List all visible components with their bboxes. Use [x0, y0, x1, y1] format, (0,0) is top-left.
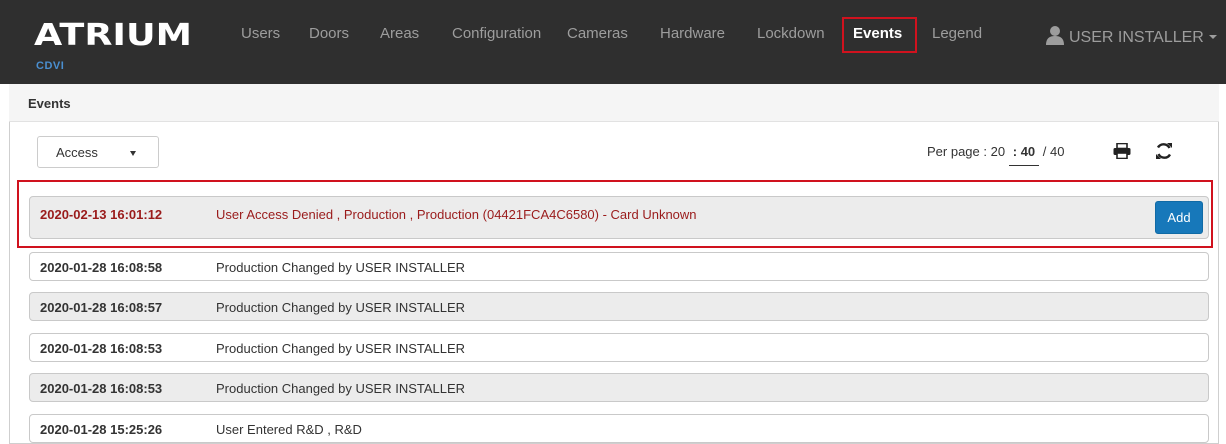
event-description: Production Changed by USER INSTALLER [216, 381, 466, 396]
nav-lockdown[interactable]: Lockdown [757, 25, 825, 42]
event-date: 2020-01-28 16:08:57 [40, 300, 163, 315]
event-description: User Access Denied , Production , Produc… [216, 207, 697, 222]
per-page-sep: : [983, 144, 988, 159]
nav-configuration[interactable]: Configuration [452, 25, 541, 42]
event-description: User Entered R&D , R&D [216, 422, 362, 437]
per-page-option-40[interactable]: : 40 [1008, 144, 1040, 166]
event-description: Production Changed by USER INSTALLER [216, 341, 466, 356]
total-count: 40 [1050, 144, 1065, 159]
nav-areas[interactable]: Areas [380, 25, 419, 42]
chevron-down-icon [130, 151, 136, 156]
panel-heading [9, 84, 1219, 122]
event-date: 2020-01-28 16:08:53 [40, 341, 163, 356]
nav-users[interactable]: Users [241, 25, 280, 42]
event-date: 2020-01-28 16:08:58 [40, 260, 163, 275]
event-date: 2020-01-28 16:08:53 [40, 381, 163, 396]
event-date: 2020-02-13 16:01:12 [40, 207, 163, 222]
event-description: Production Changed by USER INSTALLER [216, 300, 466, 315]
refresh-icon[interactable] [1155, 142, 1173, 160]
print-icon[interactable] [1113, 143, 1131, 159]
event-type-value: Access [56, 145, 98, 160]
event-type-select[interactable]: Access [37, 136, 159, 168]
per-page-control: Per page : 20 : 40 / 40 [927, 144, 1065, 166]
panel-title: Events [28, 96, 71, 111]
chevron-down-icon [1208, 35, 1217, 39]
per-page-option-20[interactable]: 20 [991, 144, 1005, 159]
nav-events-highlight [842, 17, 917, 53]
nav-doors[interactable]: Doors [309, 25, 349, 42]
event-row[interactable]: 2020-02-13 16:01:12 User Access Denied ,… [29, 196, 1209, 239]
atrium-logo[interactable]: ATRIUM [34, 16, 194, 50]
per-page-label: Per page [927, 144, 980, 159]
logo-text: ATRIUM [34, 18, 192, 50]
event-row[interactable]: 2020-01-28 16:08:53 Production Changed b… [29, 373, 1209, 402]
event-description: Production Changed by USER INSTALLER [216, 260, 466, 275]
nav-hardware[interactable]: Hardware [660, 25, 725, 42]
event-row[interactable]: 2020-01-28 15:25:26 User Entered R&D , R… [29, 414, 1209, 443]
user-name: USER INSTALLER [1069, 29, 1204, 46]
brand-subtitle: CDVI [36, 60, 65, 72]
nav-cameras[interactable]: Cameras [567, 25, 628, 42]
user-menu[interactable]: USER INSTALLER [1045, 25, 1217, 47]
user-icon [1046, 26, 1064, 45]
event-row[interactable]: 2020-01-28 16:08:58 Production Changed b… [29, 252, 1209, 281]
event-date: 2020-01-28 15:25:26 [40, 422, 163, 437]
event-row[interactable]: 2020-01-28 16:08:53 Production Changed b… [29, 333, 1209, 362]
add-user-button[interactable]: Add [1155, 201, 1203, 234]
nav-legend[interactable]: Legend [932, 25, 982, 42]
event-row[interactable]: 2020-01-28 16:08:57 Production Changed b… [29, 292, 1209, 321]
